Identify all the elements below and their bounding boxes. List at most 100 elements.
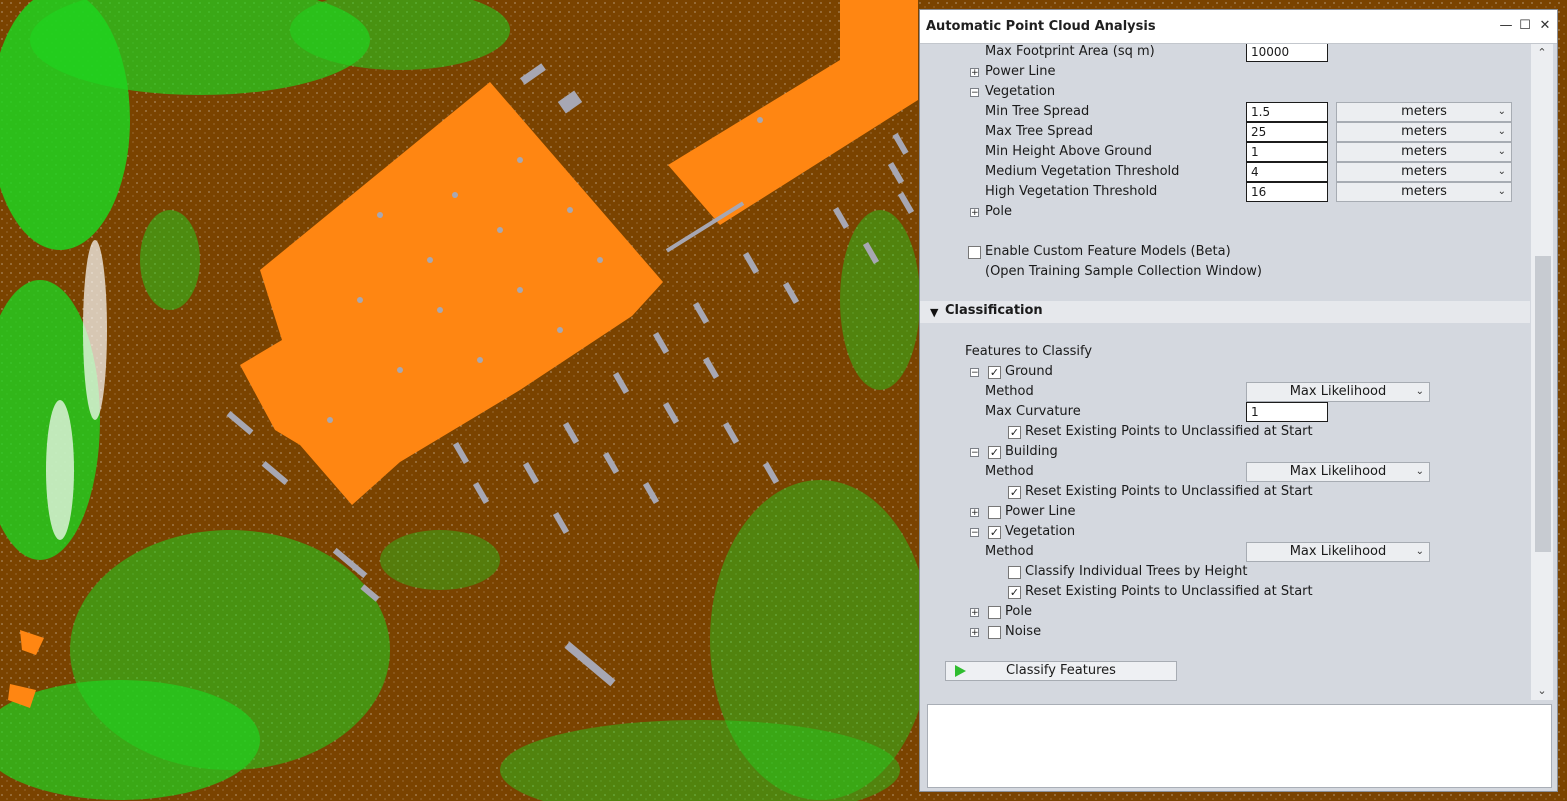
maximize-icon[interactable]: ☐ [1517, 18, 1533, 34]
ground-method-row: Method Max Likelihood ⌄ [920, 382, 1530, 402]
reset-label: Reset Existing Points to Unclassified at… [1025, 484, 1313, 499]
classify-features-button[interactable]: Classify Features [945, 661, 1177, 681]
max-curvature-input[interactable]: 1 [1246, 402, 1328, 422]
output-log-area[interactable] [927, 704, 1552, 788]
chevron-down-icon: ⌄ [1497, 186, 1506, 197]
unit-dropdown[interactable]: meters ⌄ [1336, 182, 1512, 202]
custom-models-row: Enable Custom Feature Models (Beta) [920, 242, 1530, 262]
vertical-scrollbar[interactable]: ⌃ ⌄ [1531, 44, 1553, 700]
chevron-down-icon: ⌄ [1497, 166, 1506, 177]
classify-trees-checkbox[interactable] [1008, 566, 1021, 579]
param-input[interactable]: 4 [1246, 162, 1328, 182]
reset-label: Reset Existing Points to Unclassified at… [1025, 424, 1313, 439]
collapse-icon[interactable]: − [970, 448, 979, 458]
training-window-link[interactable]: (Open Training Sample Collection Window) [985, 262, 1262, 282]
unit-dropdown[interactable]: meters ⌄ [1336, 122, 1512, 142]
power-line-feature-label: Power Line [1005, 504, 1076, 519]
pole-checkbox[interactable] [988, 606, 1001, 619]
expand-icon[interactable]: + [970, 68, 979, 78]
param-input[interactable]: 16 [1246, 182, 1328, 202]
building-method-row: Method Max Likelihood ⌄ [920, 462, 1530, 482]
noise-feature-row: + Noise [920, 622, 1530, 642]
collapse-icon[interactable]: − [970, 528, 979, 538]
method-value: Max Likelihood [1289, 544, 1387, 559]
pole-label: Pole [985, 204, 1012, 219]
building-reset-row: ✓ Reset Existing Points to Unclassified … [920, 482, 1530, 502]
max-footprint-row: Max Footprint Area (sq m) 10000 [920, 44, 1530, 62]
power-line-checkbox[interactable] [988, 506, 1001, 519]
vegetation-feature-row: − ✓ Vegetation [920, 522, 1530, 542]
scroll-up-icon[interactable]: ⌃ [1531, 44, 1553, 62]
panel-content: Max Footprint Area (sq m) 10000 + Power … [920, 44, 1530, 700]
pole-feature-row: + Pole [920, 602, 1530, 622]
param-label: Medium Vegetation Threshold [985, 164, 1180, 179]
max-footprint-input[interactable]: 10000 [1246, 44, 1328, 62]
custom-models-checkbox[interactable] [968, 246, 981, 259]
scroll-thumb[interactable] [1535, 256, 1551, 552]
collapse-triangle-icon: ▼ [930, 306, 939, 319]
panel-title: Automatic Point Cloud Analysis [926, 19, 1156, 34]
method-label: Method [985, 384, 1034, 399]
training-link-row: (Open Training Sample Collection Window) [920, 262, 1530, 282]
power-line-label: Power Line [985, 64, 1056, 79]
ground-label: Ground [1005, 364, 1053, 379]
reset-checkbox[interactable]: ✓ [1008, 426, 1021, 439]
vegetation-param-row: Medium Vegetation Threshold 4 meters ⌄ [920, 162, 1530, 182]
vegetation-checkbox[interactable]: ✓ [988, 526, 1001, 539]
param-label: Min Tree Spread [985, 104, 1090, 119]
unit-dropdown[interactable]: meters ⌄ [1336, 102, 1512, 122]
power-line-settings-row: + Power Line [920, 62, 1530, 82]
vegetation-label: Vegetation [985, 84, 1056, 99]
vegetation-feature-label: Vegetation [1005, 524, 1076, 539]
close-icon[interactable]: ✕ [1537, 18, 1553, 34]
play-icon [955, 665, 966, 677]
expand-icon[interactable]: + [970, 628, 979, 638]
method-dropdown[interactable]: Max Likelihood ⌄ [1246, 462, 1430, 482]
noise-checkbox[interactable] [988, 626, 1001, 639]
chevron-down-icon: ⌄ [1497, 106, 1506, 117]
vegetation-param-row: Min Height Above Ground 1 meters ⌄ [920, 142, 1530, 162]
chevron-down-icon: ⌄ [1415, 386, 1424, 397]
classify-trees-label: Classify Individual Trees by Height [1025, 564, 1248, 579]
noise-feature-label: Noise [1005, 624, 1042, 639]
param-input[interactable]: 1.5 [1246, 102, 1328, 122]
ground-checkbox[interactable]: ✓ [988, 366, 1001, 379]
method-value: Max Likelihood [1289, 384, 1387, 399]
unit-value: meters [1401, 144, 1447, 159]
building-checkbox[interactable]: ✓ [988, 446, 1001, 459]
vegetation-trees-row: Classify Individual Trees by Height [920, 562, 1530, 582]
reset-checkbox[interactable]: ✓ [1008, 486, 1021, 499]
param-label: Max Tree Spread [985, 124, 1094, 139]
unit-dropdown[interactable]: meters ⌄ [1336, 162, 1512, 182]
point-cloud-analysis-panel: Automatic Point Cloud Analysis — ☐ ✕ Max… [919, 9, 1558, 792]
collapse-icon[interactable]: − [970, 368, 979, 378]
scroll-down-icon[interactable]: ⌄ [1531, 682, 1553, 700]
building-feature-row: − ✓ Building [920, 442, 1530, 462]
reset-checkbox[interactable]: ✓ [1008, 586, 1021, 599]
unit-value: meters [1401, 164, 1447, 179]
vegetation-param-row: Min Tree Spread 1.5 meters ⌄ [920, 102, 1530, 122]
pole-settings-row: + Pole [920, 202, 1530, 222]
vegetation-reset-row: ✓ Reset Existing Points to Unclassified … [920, 582, 1530, 602]
param-input[interactable]: 1 [1246, 142, 1328, 162]
classification-header-label: Classification [945, 303, 1043, 318]
features-to-classify-label: Features to Classify [965, 344, 1093, 359]
vegetation-param-row: High Vegetation Threshold 16 meters ⌄ [920, 182, 1530, 202]
unit-value: meters [1401, 104, 1447, 119]
method-dropdown[interactable]: Max Likelihood ⌄ [1246, 382, 1430, 402]
ground-feature-row: − ✓ Ground [920, 362, 1530, 382]
collapse-icon[interactable]: − [970, 88, 979, 98]
expand-icon[interactable]: + [970, 208, 979, 218]
panel-titlebar[interactable]: Automatic Point Cloud Analysis — ☐ ✕ [920, 10, 1557, 44]
classification-section-header[interactable]: ▼ Classification [920, 301, 1530, 323]
minimize-icon[interactable]: — [1498, 18, 1514, 34]
vegetation-settings-row: − Vegetation [920, 82, 1530, 102]
unit-dropdown[interactable]: meters ⌄ [1336, 142, 1512, 162]
param-input[interactable]: 25 [1246, 122, 1328, 142]
expand-icon[interactable]: + [970, 508, 979, 518]
expand-icon[interactable]: + [970, 608, 979, 618]
classify-features-label: Classify Features [1006, 663, 1116, 678]
method-dropdown[interactable]: Max Likelihood ⌄ [1246, 542, 1430, 562]
chevron-down-icon: ⌄ [1497, 146, 1506, 157]
chevron-down-icon: ⌄ [1415, 546, 1424, 557]
